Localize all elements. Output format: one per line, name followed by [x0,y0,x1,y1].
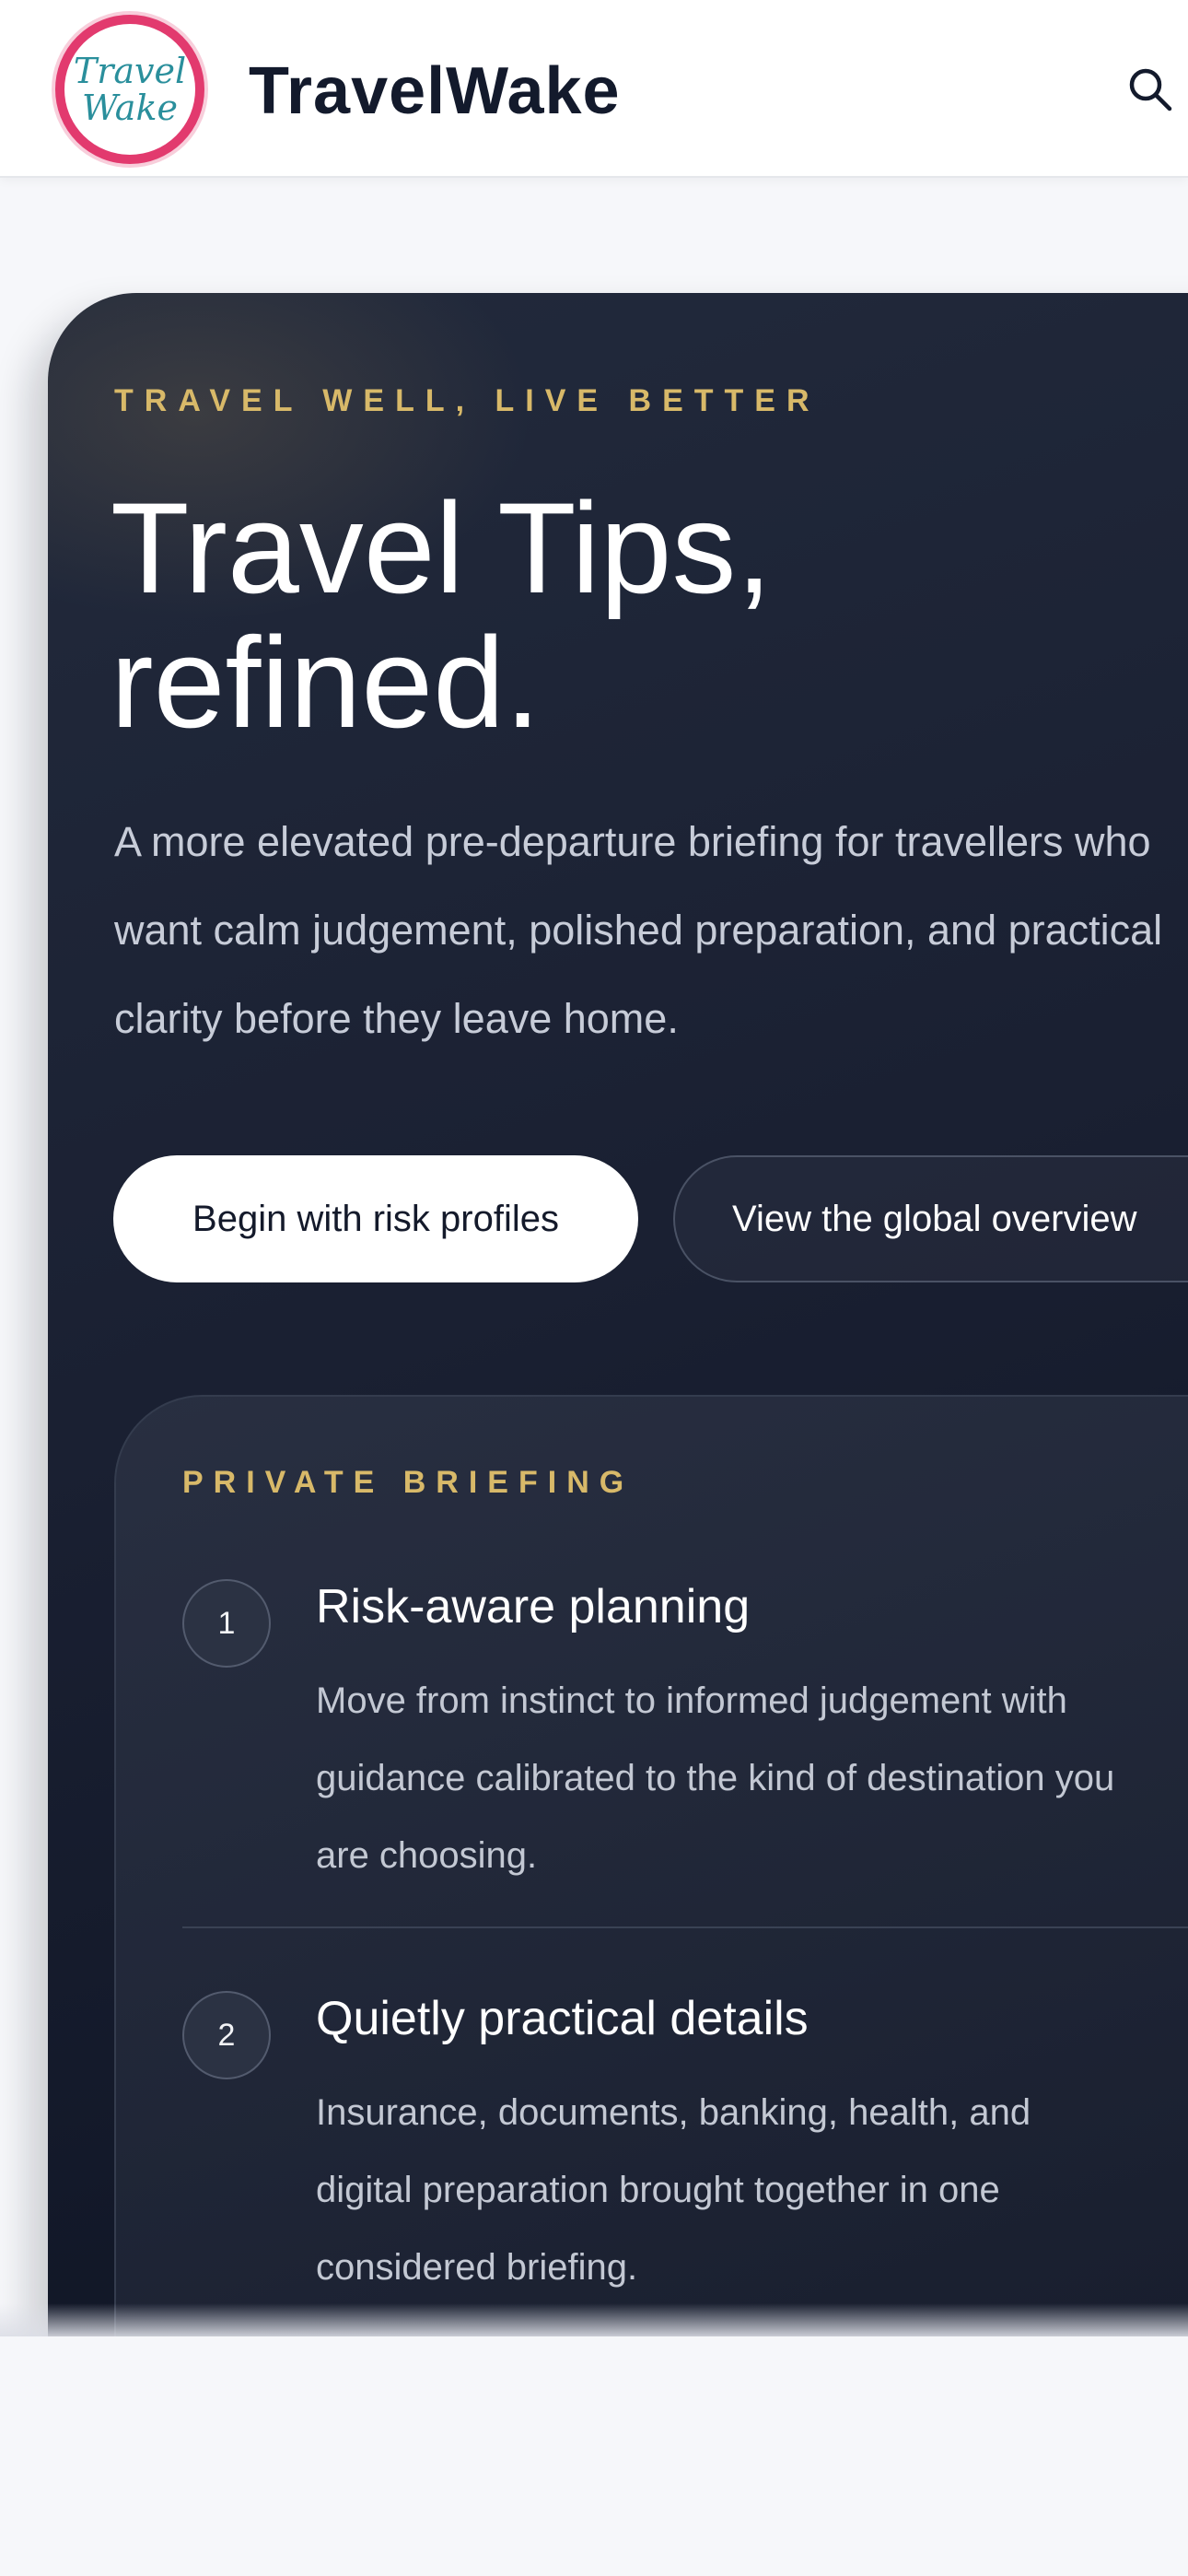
briefing-item-body: Move from instinct to informed judgement… [316,1662,1188,1894]
hero-description: A more elevated pre-departure briefing f… [114,798,1188,1063]
site-header: Travel Wake TravelWake [0,0,1188,178]
briefing-item-title: Risk-aware planning [316,1580,751,1633]
lede-line: A more elevated pre-departure briefing f… [114,818,1151,865]
brand-logo[interactable]: Travel Wake [55,15,204,164]
body-line: digital preparation brought together in … [316,2170,1000,2210]
body-line: are choosing. [316,1835,538,1876]
page-background [0,2336,1188,2576]
search-icon[interactable] [1125,64,1175,114]
hero-eyebrow: TRAVEL WELL, LIVE BETTER [114,383,821,418]
lede-line: want calm judgement, polished preparatio… [114,907,1163,954]
brand-name[interactable]: TravelWake [249,50,621,133]
hero-headline: Travel Tips, refined. [111,481,939,750]
briefing-item-title: Quietly practical details [316,1992,809,2045]
headline-line-2: refined. [111,610,541,755]
begin-risk-profiles-button[interactable]: Begin with risk profiles [113,1155,638,1282]
view-global-overview-button[interactable]: View the global overview [673,1155,1188,1282]
body-line: Move from instinct to informed judgement… [316,1680,1067,1721]
headline-line-1: Travel Tips, [111,475,773,620]
briefing-item-body: Insurance, documents, banking, health, a… [316,2074,1188,2306]
body-line: Insurance, documents, banking, health, a… [316,2092,1031,2133]
section-fade [0,2303,1188,2336]
step-number-badge: 2 [182,1991,271,2079]
briefing-eyebrow: PRIVATE BRIEFING [182,1465,635,1500]
step-number-badge: 1 [182,1579,271,1668]
briefing-divider [182,1926,1188,1928]
body-line: considered briefing. [316,2247,638,2288]
hero-section: TRAVEL WELL, LIVE BETTER Travel Tips, re… [48,293,1188,2412]
lede-line: clarity before they leave home. [114,995,679,1042]
body-line: guidance calibrated to the kind of desti… [316,1758,1115,1798]
logo-text-line1: Travel [73,51,187,91]
logo-text-line2: Wake [82,88,178,128]
private-briefing-card: PRIVATE BRIEFING 1 Risk-aware planning M… [114,1395,1188,2412]
